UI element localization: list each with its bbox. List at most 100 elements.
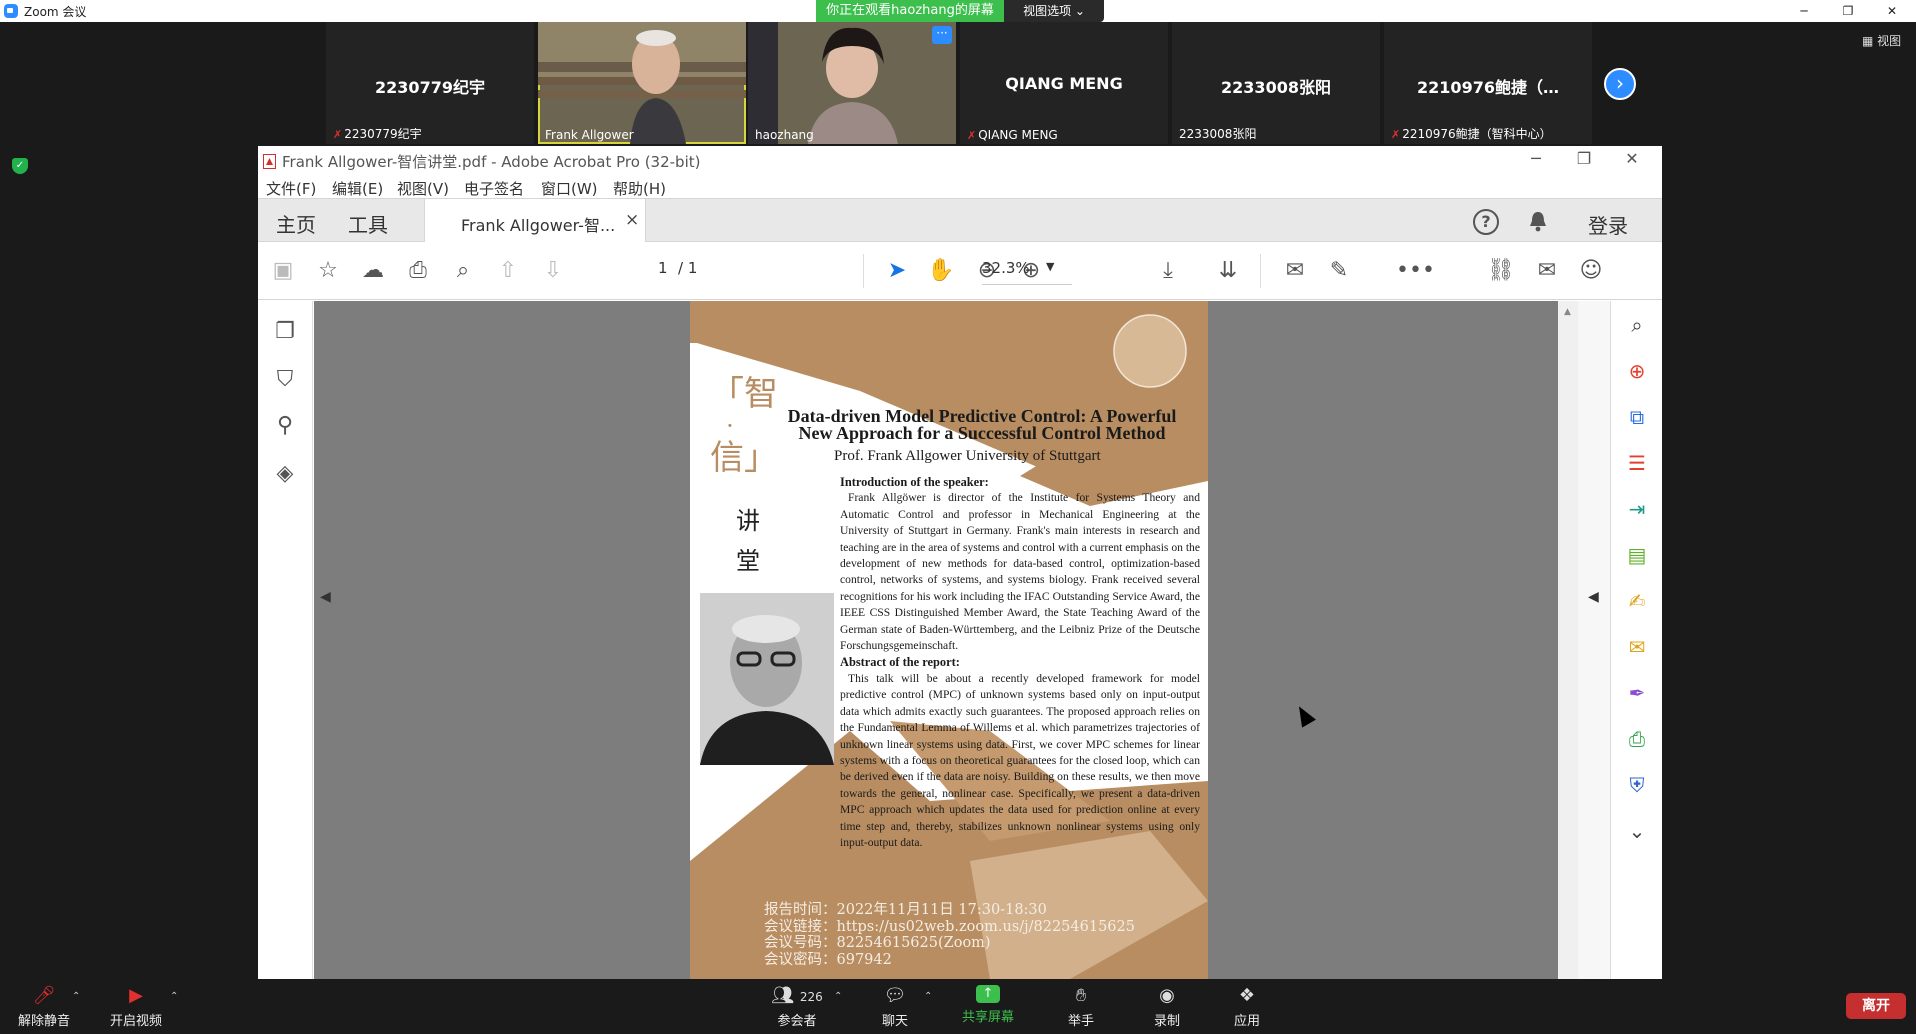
zoom-level-value: 32.3% bbox=[982, 259, 1030, 277]
zoom-level-select[interactable]: 32.3% ▼ bbox=[982, 259, 1072, 285]
page-thumbnails-icon[interactable]: ❐ bbox=[271, 319, 299, 347]
tab-document[interactable]: Frank Allgower-智... × bbox=[424, 199, 646, 243]
unmute-label: 解除静音 bbox=[18, 1014, 71, 1029]
page-up-icon[interactable]: ⇧ bbox=[493, 256, 523, 286]
menu-window[interactable]: 窗口(W) bbox=[541, 178, 598, 199]
star-icon[interactable]: ☆ bbox=[313, 256, 343, 286]
minimize-icon[interactable]: ─ bbox=[1784, 1, 1824, 21]
email-icon[interactable]: ✉ bbox=[1532, 256, 1562, 286]
participant-tile[interactable]: QIANG MENG ✗ QIANG MENG bbox=[960, 22, 1168, 144]
combine-files-icon[interactable]: ⧉ bbox=[1623, 403, 1651, 431]
help-icon[interactable]: ? bbox=[1473, 209, 1499, 235]
pdf-file-icon bbox=[263, 154, 276, 169]
scroll-mode-icon[interactable]: ⇊ bbox=[1213, 256, 1243, 286]
upload-cloud-icon[interactable]: ☁ bbox=[358, 256, 388, 286]
chevron-up-icon[interactable]: ⌃ bbox=[170, 991, 178, 1002]
save-icon[interactable]: ▣ bbox=[268, 256, 298, 286]
view-options-button[interactable]: 视图选项 ⌄ bbox=[1004, 0, 1104, 22]
total-pages: / 1 bbox=[678, 259, 698, 277]
fit-page-icon[interactable]: ⤓ bbox=[1153, 256, 1183, 286]
participant-tile-active-speaker[interactable]: Frank Allgower bbox=[538, 22, 746, 144]
restore-icon[interactable]: ❐ bbox=[1564, 149, 1604, 168]
chevron-down-icon[interactable]: ⌄ bbox=[1623, 817, 1651, 845]
mic-muted-icon: ✗ bbox=[967, 129, 977, 142]
layers-icon[interactable]: ◈ bbox=[271, 461, 299, 489]
add-user-icon[interactable]: ☺ bbox=[1576, 256, 1606, 286]
view-button[interactable]: ▦ 视图 bbox=[1862, 32, 1901, 49]
share-screen-button[interactable]: ↑ 共享屏幕 bbox=[962, 985, 1014, 1025]
participant-name: 2210976鲍捷（… bbox=[1417, 78, 1559, 97]
share-screen-label: 共享屏幕 bbox=[962, 1010, 1015, 1025]
participant-strip: 2230779纪宇 ✗ 2230779纪宇 Frank Allgower ··· … bbox=[326, 22, 1592, 144]
request-signature-icon[interactable]: ✒ bbox=[1623, 679, 1651, 707]
menu-file[interactable]: 文件(F) bbox=[266, 178, 316, 199]
minimize-icon[interactable]: ─ bbox=[1516, 149, 1556, 168]
print-icon[interactable]: ⎙ bbox=[403, 256, 433, 286]
meeting-id: 会议号码：82254615625(Zoom) bbox=[764, 935, 991, 951]
scroll-up-icon[interactable]: ▲ bbox=[1564, 307, 1571, 317]
page-down-icon[interactable]: ⇩ bbox=[538, 256, 568, 286]
participant-label: ✗ 2230779纪宇 bbox=[333, 127, 422, 141]
expand-right-panel-icon[interactable]: ◀ bbox=[1588, 589, 1599, 605]
export-pdf-icon[interactable]: ⇥ bbox=[1623, 495, 1651, 523]
next-participants-button[interactable]: › bbox=[1604, 68, 1636, 100]
protect-shield-icon[interactable]: ⛨ bbox=[1623, 771, 1651, 799]
page-number-field[interactable]: 1 / 1 bbox=[658, 259, 728, 283]
leave-meeting-button[interactable]: 离开 bbox=[1846, 993, 1906, 1019]
compress-icon[interactable]: ▤ bbox=[1623, 541, 1651, 569]
print-production-icon[interactable]: ⎙ bbox=[1623, 725, 1651, 753]
chat-button[interactable]: 💬︎ 聊天 bbox=[882, 985, 908, 1029]
participant-tile[interactable]: 2210976鲍捷（… ✗ 2210976鲍捷（智科中心） bbox=[1384, 22, 1592, 144]
chevron-up-icon[interactable]: ⌃ bbox=[72, 991, 80, 1002]
bookmark-icon[interactable]: ⛉ bbox=[271, 367, 299, 395]
more-tools-icon[interactable]: ••• bbox=[1396, 256, 1435, 286]
left-navigation-rail: ❐ ⛉ ⚲ ◈ bbox=[258, 301, 313, 979]
participants-button[interactable]: 👥︎ 226 参会者 bbox=[762, 985, 832, 1029]
participant-tile[interactable]: 2233008张阳 2233008张阳 bbox=[1172, 22, 1380, 144]
participant-tile[interactable]: ··· haozhang bbox=[748, 22, 956, 144]
comment-tool-icon[interactable]: ✉ bbox=[1623, 633, 1651, 661]
restore-icon[interactable]: ❐ bbox=[1828, 1, 1868, 21]
create-pdf-icon[interactable]: ⊕ bbox=[1623, 357, 1651, 385]
chevron-up-icon[interactable]: ⌃ bbox=[924, 991, 932, 1002]
menu-help[interactable]: 帮助(H) bbox=[613, 178, 666, 199]
fill-sign-icon[interactable]: ✍ bbox=[1623, 587, 1651, 615]
zoom-search-icon[interactable]: ⌕ bbox=[448, 256, 478, 286]
menu-esign[interactable]: 电子签名 bbox=[464, 178, 524, 199]
close-tab-icon[interactable]: × bbox=[625, 210, 639, 230]
raise-hand-button[interactable]: ✋︎ 举手 bbox=[1068, 985, 1094, 1029]
close-icon[interactable]: ✕ bbox=[1612, 149, 1652, 168]
chat-label: 聊天 bbox=[882, 1014, 909, 1029]
apps-button[interactable]: ❖ 应用 bbox=[1234, 985, 1260, 1029]
start-video-button[interactable]: ▶︎ 开启视频 bbox=[110, 985, 162, 1029]
menu-edit[interactable]: 编辑(E) bbox=[332, 178, 383, 199]
zoom-logo-icon bbox=[4, 4, 18, 18]
bell-icon[interactable] bbox=[1528, 210, 1548, 232]
tab-tools[interactable]: 工具 bbox=[348, 209, 388, 238]
record-button[interactable]: ◉ 录制 bbox=[1154, 985, 1180, 1029]
encryption-shield-icon[interactable]: ✓ bbox=[12, 158, 28, 174]
login-button[interactable]: 登录 bbox=[1588, 210, 1628, 239]
zoom-tool-icon[interactable]: ⌕ bbox=[1623, 311, 1651, 339]
share-link-icon[interactable]: ⛓ bbox=[1486, 256, 1516, 286]
select-cursor-icon[interactable]: ➤ bbox=[882, 256, 912, 286]
vertical-scrollbar[interactable]: ▲ bbox=[1558, 301, 1578, 979]
close-icon[interactable]: ✕ bbox=[1872, 1, 1912, 21]
more-options-button[interactable]: ··· bbox=[932, 26, 952, 44]
right-panel-toggle[interactable]: ◀ bbox=[1578, 301, 1610, 979]
chevron-up-icon[interactable]: ⌃ bbox=[834, 991, 842, 1002]
organize-pages-icon[interactable]: ☰ bbox=[1623, 449, 1651, 477]
poster-series-title: 「智 · 信」 bbox=[710, 371, 780, 481]
acrobat-window: Frank Allgower-智信讲堂.pdf - Adobe Acrobat … bbox=[258, 146, 1662, 979]
attachment-icon[interactable]: ⚲ bbox=[271, 413, 299, 441]
comment-icon[interactable]: ✉ bbox=[1280, 256, 1310, 286]
video-feed bbox=[538, 22, 746, 144]
hand-tool-icon[interactable]: ✋ bbox=[926, 256, 956, 286]
tab-home[interactable]: 主页 bbox=[276, 209, 316, 238]
unmute-button[interactable]: 🎤︎ 解除静音 bbox=[18, 985, 70, 1029]
current-page-input[interactable]: 1 bbox=[658, 259, 668, 277]
highlight-pen-icon[interactable]: ✎ bbox=[1324, 256, 1354, 286]
collapse-left-panel-icon[interactable]: ◀ bbox=[320, 589, 331, 605]
menu-view[interactable]: 视图(V) bbox=[397, 178, 449, 199]
participant-tile[interactable]: 2230779纪宇 ✗ 2230779纪宇 bbox=[326, 22, 534, 144]
